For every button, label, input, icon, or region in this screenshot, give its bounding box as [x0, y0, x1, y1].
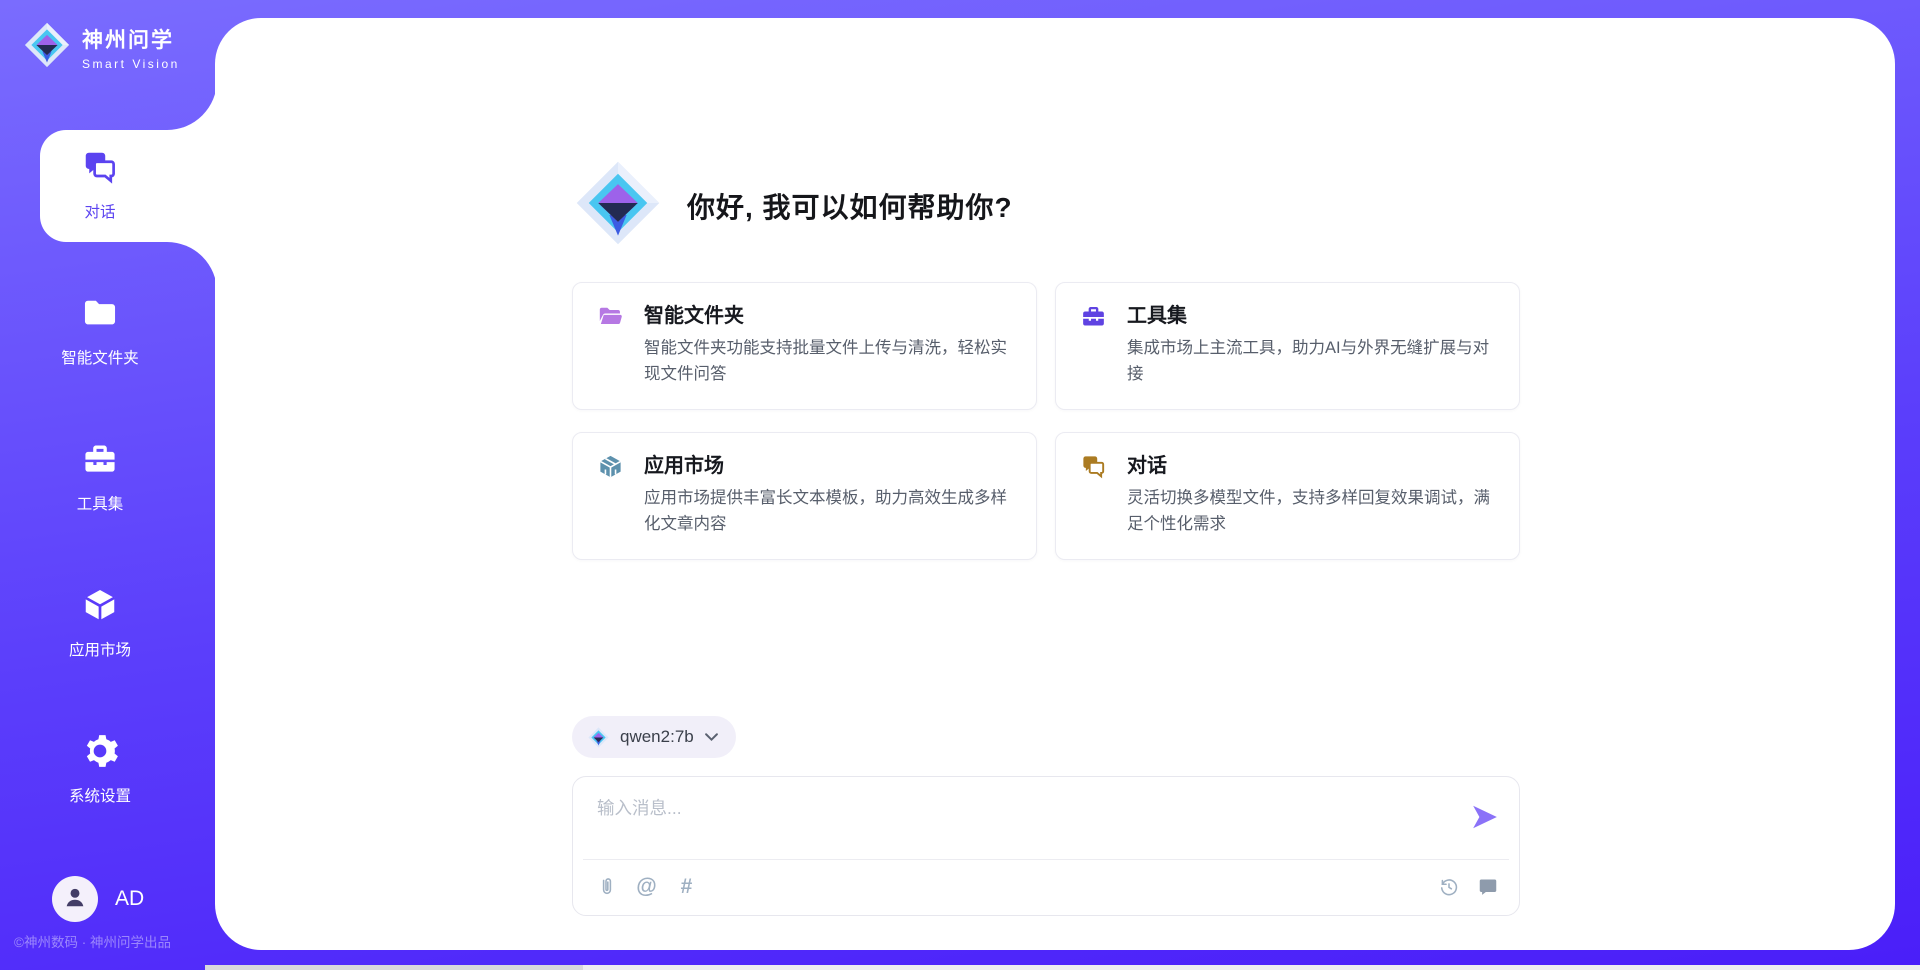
card-description: 智能文件夹功能支持批量文件上传与清洗，轻松实现文件问答 [644, 336, 1014, 387]
card-smart-folder[interactable]: 智能文件夹 智能文件夹功能支持批量文件上传与清洗，轻松实现文件问答 [572, 282, 1037, 410]
model-diamond-icon [588, 727, 609, 748]
sidebar-item-label: 系统设置 [69, 784, 131, 806]
brand-name: 神州问学 [82, 24, 180, 54]
feature-cards: 智能文件夹 智能文件夹功能支持批量文件上传与清洗，轻松实现文件问答 工具集 集成… [572, 282, 1520, 560]
chevron-down-icon [705, 733, 718, 742]
at-icon[interactable]: @ [635, 875, 658, 898]
folder-open-icon [597, 303, 624, 330]
message-input[interactable] [597, 795, 1457, 847]
sidebar-item-smart-folder[interactable]: 智能文件夹 [0, 294, 200, 366]
cube-icon [81, 586, 119, 629]
card-title: 工具集 [1127, 302, 1497, 330]
sidebar: 神州问学 Smart Vision 对话 智能文件夹 [0, 0, 215, 970]
sidebar-item-app-market[interactable]: 应用市场 [0, 586, 200, 658]
sidebar-item-label: 应用市场 [69, 638, 131, 660]
main-panel: 你好, 我可以如何帮助你? 智能文件夹 智能文件夹功能支持批量文件上传与清洗，轻… [215, 18, 1895, 950]
card-description: 灵活切换多模型文件，支持多样回复效果调试，满足个性化需求 [1127, 486, 1497, 537]
sidebar-item-settings[interactable]: 系统设置 [0, 732, 200, 804]
model-name: qwen2:7b [620, 727, 694, 747]
card-title: 对话 [1127, 452, 1497, 480]
model-selector[interactable]: qwen2:7b [572, 716, 736, 758]
hash-icon[interactable]: # [675, 875, 698, 898]
toolbox-icon [1080, 303, 1107, 330]
sidebar-item-chat[interactable]: 对话 [0, 148, 200, 220]
composer-divider [583, 859, 1509, 860]
sidebar-item-label: 智能文件夹 [61, 346, 139, 368]
sidebar-nav: 对话 智能文件夹 工具集 [0, 148, 200, 878]
user-profile[interactable]: AD [52, 876, 144, 922]
toolbox-icon [81, 440, 119, 483]
card-chat[interactable]: 对话 灵活切换多模型文件，支持多样回复效果调试，满足个性化需求 [1055, 432, 1520, 560]
card-title: 智能文件夹 [644, 302, 1014, 330]
sidebar-item-label: 对话 [84, 200, 115, 222]
send-icon[interactable] [1471, 803, 1499, 831]
assistant-diamond-icon [575, 160, 661, 251]
user-name: AD [115, 887, 144, 911]
person-icon [62, 884, 88, 915]
brand-diamond-icon [24, 22, 70, 73]
horizontal-scrollbar[interactable] [205, 965, 1920, 970]
history-icon[interactable] [1437, 875, 1460, 898]
card-title: 应用市场 [644, 452, 1014, 480]
sidebar-footer-text: ©神州数码 · 神州问学出品 [14, 931, 171, 951]
folder-icon [81, 294, 119, 337]
card-app-market[interactable]: 应用市场 应用市场提供丰富长文本模板，助力高效生成多样化文章内容 [572, 432, 1037, 560]
scrollbar-thumb[interactable] [205, 965, 583, 970]
paperclip-icon[interactable] [595, 875, 618, 898]
card-description: 应用市场提供丰富长文本模板，助力高效生成多样化文章内容 [644, 486, 1014, 537]
brand-subtitle: Smart Vision [82, 57, 180, 71]
sidebar-item-toolset[interactable]: 工具集 [0, 440, 200, 512]
message-composer: @ # [572, 776, 1520, 916]
avatar [52, 876, 98, 922]
sidebar-item-label: 工具集 [77, 492, 124, 514]
card-toolset[interactable]: 工具集 集成市场上主流工具，助力AI与外界无缝扩展与对接 [1055, 282, 1520, 410]
comment-icon[interactable] [1476, 875, 1499, 898]
gear-icon [81, 732, 119, 775]
greeting-text: 你好, 我可以如何帮助你? [687, 186, 1013, 226]
card-description: 集成市场上主流工具，助力AI与外界无缝扩展与对接 [1127, 336, 1497, 387]
greeting-block: 你好, 我可以如何帮助你? [575, 160, 1520, 251]
chat-bubbles-icon [81, 148, 119, 191]
brand-logo: 神州问学 Smart Vision [24, 22, 180, 73]
chat-bubbles-icon [1080, 453, 1107, 480]
cube-grid-icon [597, 453, 624, 480]
